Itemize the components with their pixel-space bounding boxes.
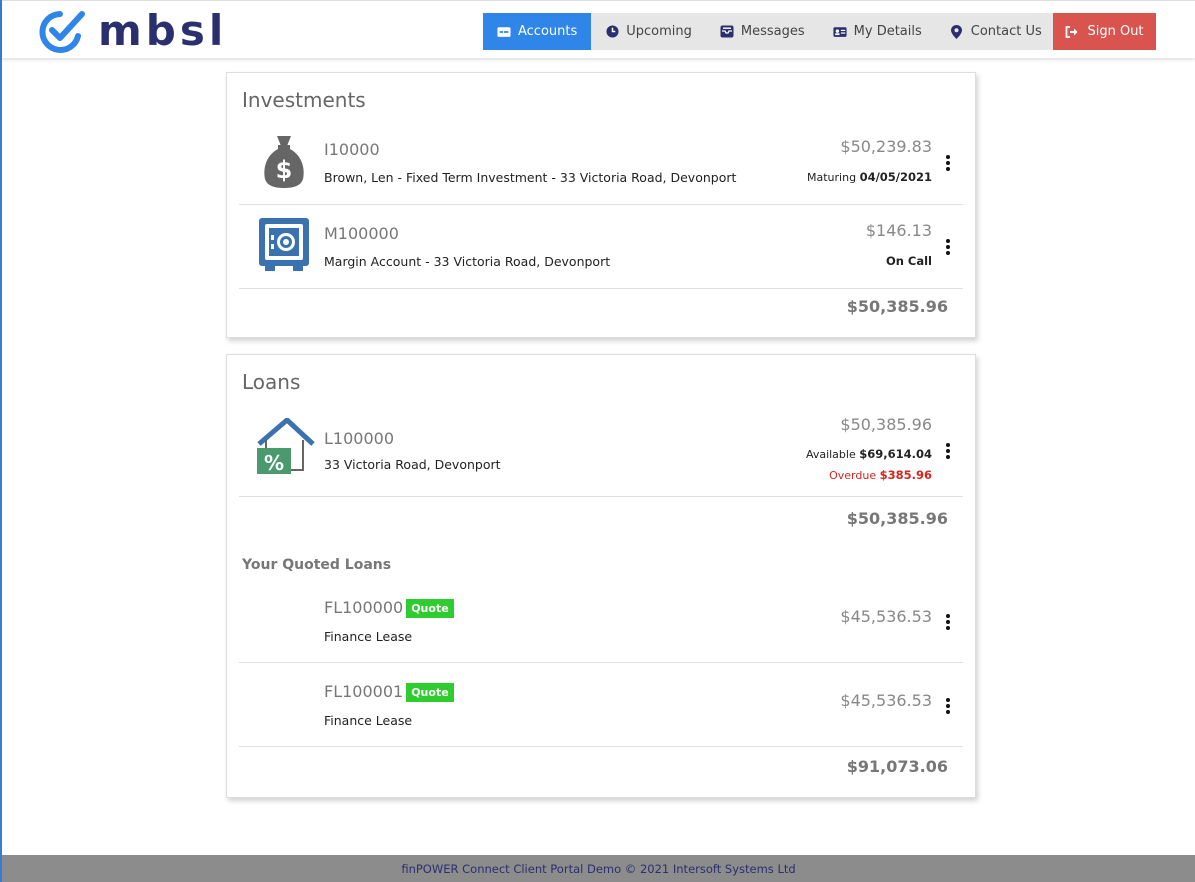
account-code[interactable]: I10000 [324,140,380,159]
quote-description: Finance Lease [324,629,413,644]
account-row[interactable]: % L100000 33 Victoria Road, Devonport $5… [239,403,963,497]
nav-messages-label: Messages [740,24,805,39]
available-label: Available [805,448,856,461]
svg-text:$: $ [276,156,293,184]
loans-total: $50,385.96 [846,509,948,528]
investments-total: $50,385.96 [846,297,948,316]
map-marker-icon [950,24,964,39]
more-options-icon[interactable] [945,443,951,459]
svg-text:%: % [264,451,284,475]
card-icon [497,25,511,39]
logo[interactable]: mbsl [38,6,228,56]
overdue-amount: Overdue $385.96 [829,468,932,482]
nav-accounts[interactable]: Accounts [483,13,592,50]
more-options-icon[interactable] [945,155,951,171]
quote-code[interactable]: FL100001 Quote [324,682,454,702]
quote-code[interactable]: FL100000 Quote [324,598,454,618]
account-code[interactable]: L100000 [324,429,394,448]
quote-row[interactable]: FL100000 Quote Finance Lease $45,536.53 [239,579,963,663]
footer: finPOWER Connect Client Portal Demo © 20… [2,855,1195,882]
maturing-label: Maturing [807,171,857,184]
logo-mark-icon [39,11,85,53]
sign-out-icon [1065,25,1079,38]
investments-title: Investments [242,88,366,112]
footer-text: finPOWER Connect Client Portal Demo © 20… [401,861,796,876]
brand-name: mbsl [98,6,228,55]
overdue-label: Overdue [829,469,877,482]
more-options-icon[interactable] [945,698,951,714]
safe-icon [257,216,311,278]
account-code[interactable]: M100000 [324,224,399,243]
nav-contact-us-label: Contact Us [970,24,1042,39]
account-description: Brown, Len - Fixed Term Investment - 33 … [324,170,737,185]
account-description: Margin Account - 33 Victoria Road, Devon… [324,254,611,269]
quote-amount: $45,536.53 [840,607,932,626]
quote-badge: Quote [406,683,454,702]
account-description: 33 Victoria Road, Devonport [324,457,501,472]
overdue-value: $385.96 [879,468,932,482]
top-bar: mbsl Accounts Upcoming Messages My Detai… [2,0,1195,58]
loans-card: Loans % L100000 33 Victoria Road, Devonp… [226,354,976,798]
quote-amount: $45,536.53 [840,691,932,710]
id-card-icon [833,25,847,39]
clock-icon [605,25,619,39]
quote-badge: Quote [406,599,454,618]
quoted-loans-total: $91,073.06 [846,757,948,776]
house-percent-icon: % [255,417,315,480]
account-balance: $50,239.83 [840,137,932,156]
investments-card: Investments $ I10000 Brown, Len - Fixed … [226,72,976,338]
inbox-icon [720,25,734,39]
main-nav: Accounts Upcoming Messages My Details Co… [483,13,1056,50]
on-call-status: On Call [886,254,932,268]
nav-upcoming[interactable]: Upcoming [591,13,706,50]
account-balance: $146.13 [865,221,932,240]
on-call-value: On Call [885,254,932,268]
sign-out-button[interactable]: Sign Out [1053,13,1156,50]
sign-out-label: Sign Out [1087,24,1144,39]
more-options-icon[interactable] [945,239,951,255]
account-row[interactable]: M100000 Margin Account - 33 Victoria Roa… [239,205,963,289]
nav-my-details[interactable]: My Details [819,13,936,50]
quote-code-text: FL100001 [324,682,404,701]
nav-accounts-label: Accounts [518,24,578,39]
nav-messages[interactable]: Messages [706,13,819,50]
loans-title: Loans [242,370,301,394]
maturing-value: 04/05/2021 [859,170,932,184]
nav-contact-us[interactable]: Contact Us [936,13,1056,50]
available-value: $69,614.04 [859,447,932,461]
quote-description: Finance Lease [324,713,413,728]
quoted-loans-title: Your Quoted Loans [242,557,392,573]
more-options-icon[interactable] [945,614,951,630]
money-bag-icon: $ [263,134,305,194]
maturing-date: Maturing 04/05/2021 [807,170,932,184]
nav-my-details-label: My Details [853,24,922,39]
available-amount: Available $69,614.04 [806,447,932,461]
quote-code-text: FL100000 [324,598,404,617]
account-row[interactable]: $ I10000 Brown, Len - Fixed Term Investm… [239,121,963,205]
quote-row[interactable]: FL100001 Quote Finance Lease $45,536.53 [239,663,963,747]
nav-upcoming-label: Upcoming [626,24,692,39]
account-balance: $50,385.96 [840,415,932,434]
